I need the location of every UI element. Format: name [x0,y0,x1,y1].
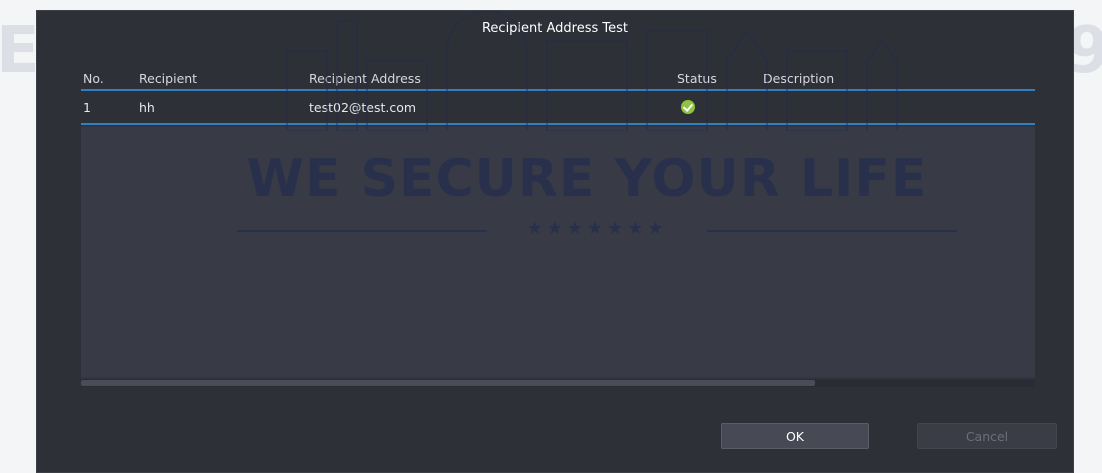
horizontal-scrollbar-thumb[interactable] [81,380,815,386]
horizontal-scrollbar[interactable] [81,379,1035,387]
table-header: No. Recipient Recipient Address Status D… [81,67,1035,91]
recipient-address-test-dialog: Recipient Address Test No. Recipient Rec… [36,10,1074,473]
dialog-title: Recipient Address Test [481,21,629,36]
results-table: No. Recipient Recipient Address Status D… [81,67,1035,387]
column-header-recipient[interactable]: Recipient [139,67,197,89]
table-empty-area [81,127,1035,377]
column-header-description[interactable]: Description [763,67,834,89]
column-header-status[interactable]: Status [677,67,717,89]
check-circle-icon [681,100,695,114]
row-no: 1 [83,99,91,115]
ok-button[interactable]: OK [721,423,869,449]
row-address: test02@test.com [309,99,417,115]
column-header-address[interactable]: Recipient Address [309,67,421,89]
screen: EST 199 Recipient Address Test No. Recip… [0,0,1102,473]
table-row[interactable]: 1 hh test02@test.com [81,91,1035,125]
row-recipient: hh [139,99,155,115]
cancel-button[interactable]: Cancel [917,423,1057,449]
row-status [677,91,695,123]
column-header-no[interactable]: No. [83,67,104,89]
